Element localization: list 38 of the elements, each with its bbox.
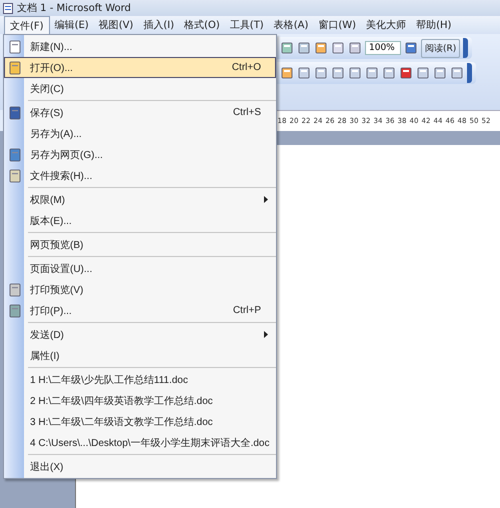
menu-item[interactable]: 另存为网页(G)... xyxy=(4,144,276,165)
toolbar-grip[interactable] xyxy=(467,63,472,83)
menu-item[interactable]: 文件搜索(H)... xyxy=(4,165,276,186)
menu-item[interactable]: 退出(X) xyxy=(4,456,276,477)
zoom-field[interactable]: 100% xyxy=(365,41,401,55)
menu-bar-item[interactable]: 帮助(H) xyxy=(411,16,456,34)
menu-item[interactable]: 另存为(A)... xyxy=(4,123,276,144)
menu-bar-item[interactable]: 窗口(W) xyxy=(313,16,362,34)
menu-bar-item[interactable]: 表格(A) xyxy=(268,16,314,34)
word-icon[interactable] xyxy=(3,2,13,14)
window-title: 文档 1 - Microsoft Word xyxy=(17,2,131,15)
menu-item[interactable]: 页面设置(U)... xyxy=(4,258,276,279)
submenu-arrow-icon xyxy=(263,331,269,338)
menu-item[interactable]: 打印预览(V) xyxy=(4,279,276,300)
menu-item[interactable]: 发送(D) xyxy=(4,324,276,345)
menu-item[interactable]: 打开(O)... Ctrl+O xyxy=(4,57,276,78)
menu-bar-item[interactable]: 格式(O) xyxy=(179,16,225,34)
menu-bar-item[interactable]: 视图(V) xyxy=(94,16,138,34)
menu-item[interactable]: 属性(I) xyxy=(4,345,276,366)
menu-bar-item[interactable]: 编辑(E) xyxy=(50,16,94,34)
menu-item[interactable]: 4 C:\Users\...\Desktop\一年级小学生期末评语大全.doc xyxy=(4,432,276,453)
menu-item[interactable]: 打印(P)... Ctrl+P xyxy=(4,300,276,321)
menu-item[interactable]: 3 H:\二年级\二年级语文教学工作总结.doc xyxy=(4,411,276,432)
menu-bar-item[interactable]: 美化大师 xyxy=(361,16,412,34)
menu-item[interactable]: 权限(M) xyxy=(4,189,276,210)
menu-item[interactable]: 保存(S) Ctrl+S xyxy=(4,102,276,123)
menu-item[interactable]: 版本(E)... xyxy=(4,210,276,231)
menu-bar-item[interactable]: 文件(F) xyxy=(4,16,50,34)
menu-item[interactable]: 1 H:\二年级\少先队工作总结111.doc xyxy=(4,369,276,390)
menu-item[interactable]: 关闭(C) xyxy=(4,78,276,99)
toolbar-grip[interactable] xyxy=(463,38,468,58)
menu-item[interactable]: 新建(N)... xyxy=(4,36,276,57)
menu-bar-item[interactable]: 插入(I) xyxy=(138,16,180,34)
read-button[interactable]: 阅读(R) xyxy=(421,38,460,58)
menu-item[interactable]: 网页预览(B) xyxy=(4,234,276,255)
menu-item[interactable]: 2 H:\二年级\四年级英语教学工作总结.doc xyxy=(4,390,276,411)
submenu-arrow-icon xyxy=(263,196,269,203)
menu-bar-item[interactable]: 工具(T) xyxy=(224,16,269,34)
